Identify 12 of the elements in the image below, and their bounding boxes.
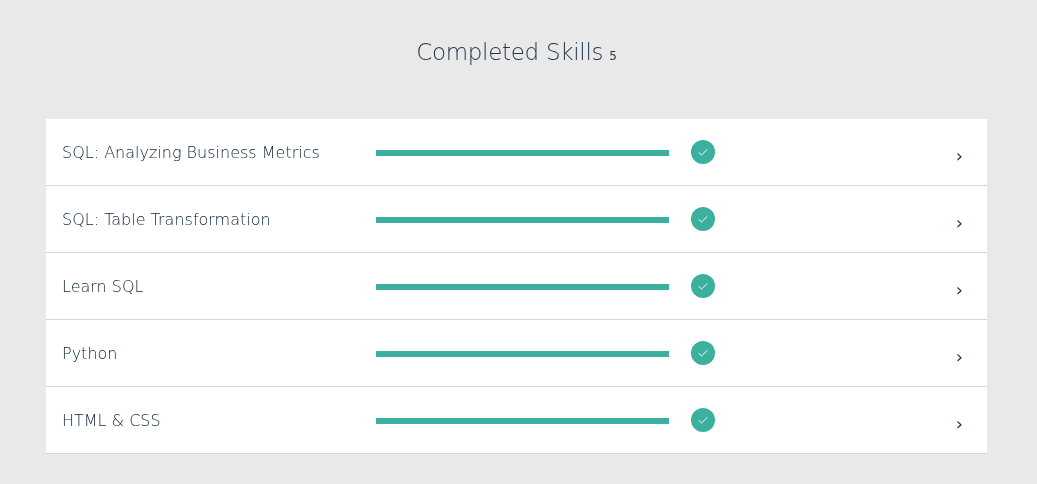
skill-count: 5 — [609, 49, 617, 63]
skill-name: Learn SQL — [61, 276, 145, 296]
skill-name: SQL: Table Transformation — [61, 209, 272, 229]
chevron-link[interactable]: › — [955, 278, 963, 300]
chevron-link[interactable]: › — [955, 345, 963, 367]
page-title: Completed Skills — [416, 39, 604, 65]
skill-name: Python — [61, 343, 119, 363]
skill-name: HTML & CSS — [61, 410, 162, 430]
chevron-link[interactable]: › — [955, 412, 963, 434]
chevron-link[interactable]: › — [955, 144, 963, 166]
skill-name: SQL: Analyzing Business Metrics — [61, 142, 321, 162]
chevron-link[interactable]: › — [955, 211, 963, 233]
